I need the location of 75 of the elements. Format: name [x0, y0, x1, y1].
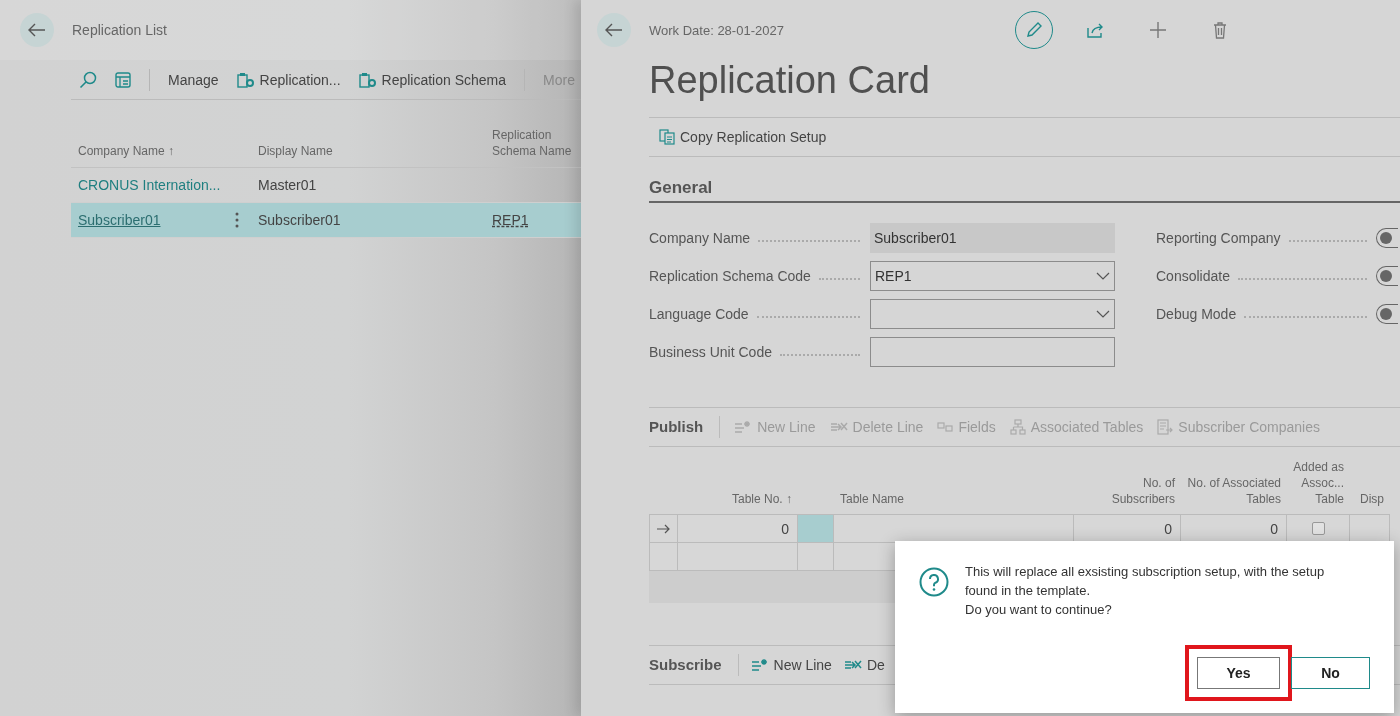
section-title: Subscribe	[649, 654, 739, 676]
back-button[interactable]	[597, 13, 631, 47]
delete-line-icon	[843, 658, 862, 672]
action-button[interactable]: Replication Schema	[358, 72, 507, 88]
document-list-icon	[1157, 419, 1174, 435]
field-label: Debug Mode	[1156, 306, 1237, 322]
section-title: General	[649, 177, 1400, 203]
plus-icon	[1149, 21, 1167, 39]
layout-button[interactable]	[115, 72, 131, 88]
company-link[interactable]: Subscriber01	[78, 212, 161, 228]
more-button[interactable]	[235, 212, 239, 228]
column-header[interactable]: Replication Schema Name	[485, 127, 581, 159]
field-label: Consolidate	[1156, 268, 1230, 284]
back-button[interactable]	[20, 13, 54, 47]
checkbox[interactable]	[1311, 522, 1325, 535]
action-button[interactable]: De	[843, 657, 885, 673]
column-header[interactable]: Display Name	[251, 143, 485, 159]
work-date: Work Date: 28-01-2027	[649, 22, 785, 38]
table-layout-icon	[115, 72, 131, 88]
document-gear-icon	[358, 72, 377, 88]
dialog-button[interactable]: No	[1291, 657, 1370, 689]
field-label: Replication Schema Code	[649, 268, 811, 284]
question-icon	[919, 567, 949, 597]
table-cell[interactable]	[798, 515, 834, 543]
action-button[interactable]: Copy Replication Setup	[659, 129, 827, 145]
table-cell-text: Master01	[257, 177, 318, 193]
arrow-icon	[656, 523, 671, 534]
column-header[interactable]: Table No. ↑	[731, 491, 792, 507]
chevron-down-icon	[1096, 310, 1110, 318]
company-link[interactable]: CRONUS Internation...	[78, 177, 221, 193]
column-header[interactable]: Company Name ↑	[71, 143, 251, 159]
new-line-icon	[734, 420, 753, 434]
pencil-icon	[1025, 21, 1043, 39]
page-title: Replication List	[72, 22, 167, 38]
action-button[interactable]: Replication...	[236, 72, 341, 88]
chevron-down-icon	[1096, 272, 1110, 280]
field-label: Company Name	[649, 230, 751, 246]
search-icon	[79, 71, 97, 89]
delete-line-icon	[829, 420, 848, 434]
action-button[interactable]: New Line	[750, 657, 832, 673]
document-gear-icon	[236, 72, 255, 88]
arrow-icon	[605, 23, 623, 37]
column-header[interactable]: Disp	[1360, 491, 1384, 507]
new-line-icon	[750, 658, 769, 672]
share-icon	[1087, 22, 1105, 38]
field-label: Language Code	[649, 306, 749, 322]
search-button[interactable]	[79, 71, 97, 89]
field-label: Reporting Company	[1156, 230, 1281, 246]
dialog-button[interactable]: Yes	[1197, 657, 1280, 689]
dropdown-field[interactable]	[870, 299, 1115, 329]
table-cell[interactable]	[798, 543, 834, 571]
trash-icon	[1213, 21, 1227, 39]
column-header[interactable]: Added as Assoc... Table	[1293, 459, 1344, 507]
input-field: Subscriber01	[870, 223, 1115, 253]
field-label: Business Unit Code	[649, 344, 772, 360]
page-title: Replication Card	[649, 60, 931, 103]
arrow-icon	[28, 23, 46, 37]
table-cell[interactable]	[649, 543, 678, 571]
action-button[interactable]: Manage	[168, 72, 219, 88]
dropdown-field[interactable]: REP1	[870, 261, 1115, 291]
copy-icon	[659, 129, 675, 145]
column-header[interactable]: Table Name	[840, 491, 905, 507]
dialog-message: This will replace all exsisting subscription setup, with the setup found in the template. Do you want to continue?	[965, 563, 1326, 619]
hierarchy-icon	[1009, 419, 1026, 435]
fields-icon	[937, 421, 954, 433]
table-cell: 0	[678, 515, 798, 543]
schema-link[interactable]: REP1	[492, 212, 529, 228]
table-cell[interactable]	[678, 543, 798, 571]
input-field[interactable]	[870, 337, 1115, 367]
table-cell-text: Subscriber01	[257, 212, 342, 228]
column-header[interactable]: No. of Associated Tables	[1187, 475, 1281, 507]
table-row[interactable]: Subscriber01 Subscriber01 REP1	[71, 203, 581, 238]
section-title: Publish	[649, 416, 721, 438]
table-cell[interactable]	[834, 515, 1074, 543]
column-header[interactable]: No. of Subscribers	[1080, 475, 1175, 507]
